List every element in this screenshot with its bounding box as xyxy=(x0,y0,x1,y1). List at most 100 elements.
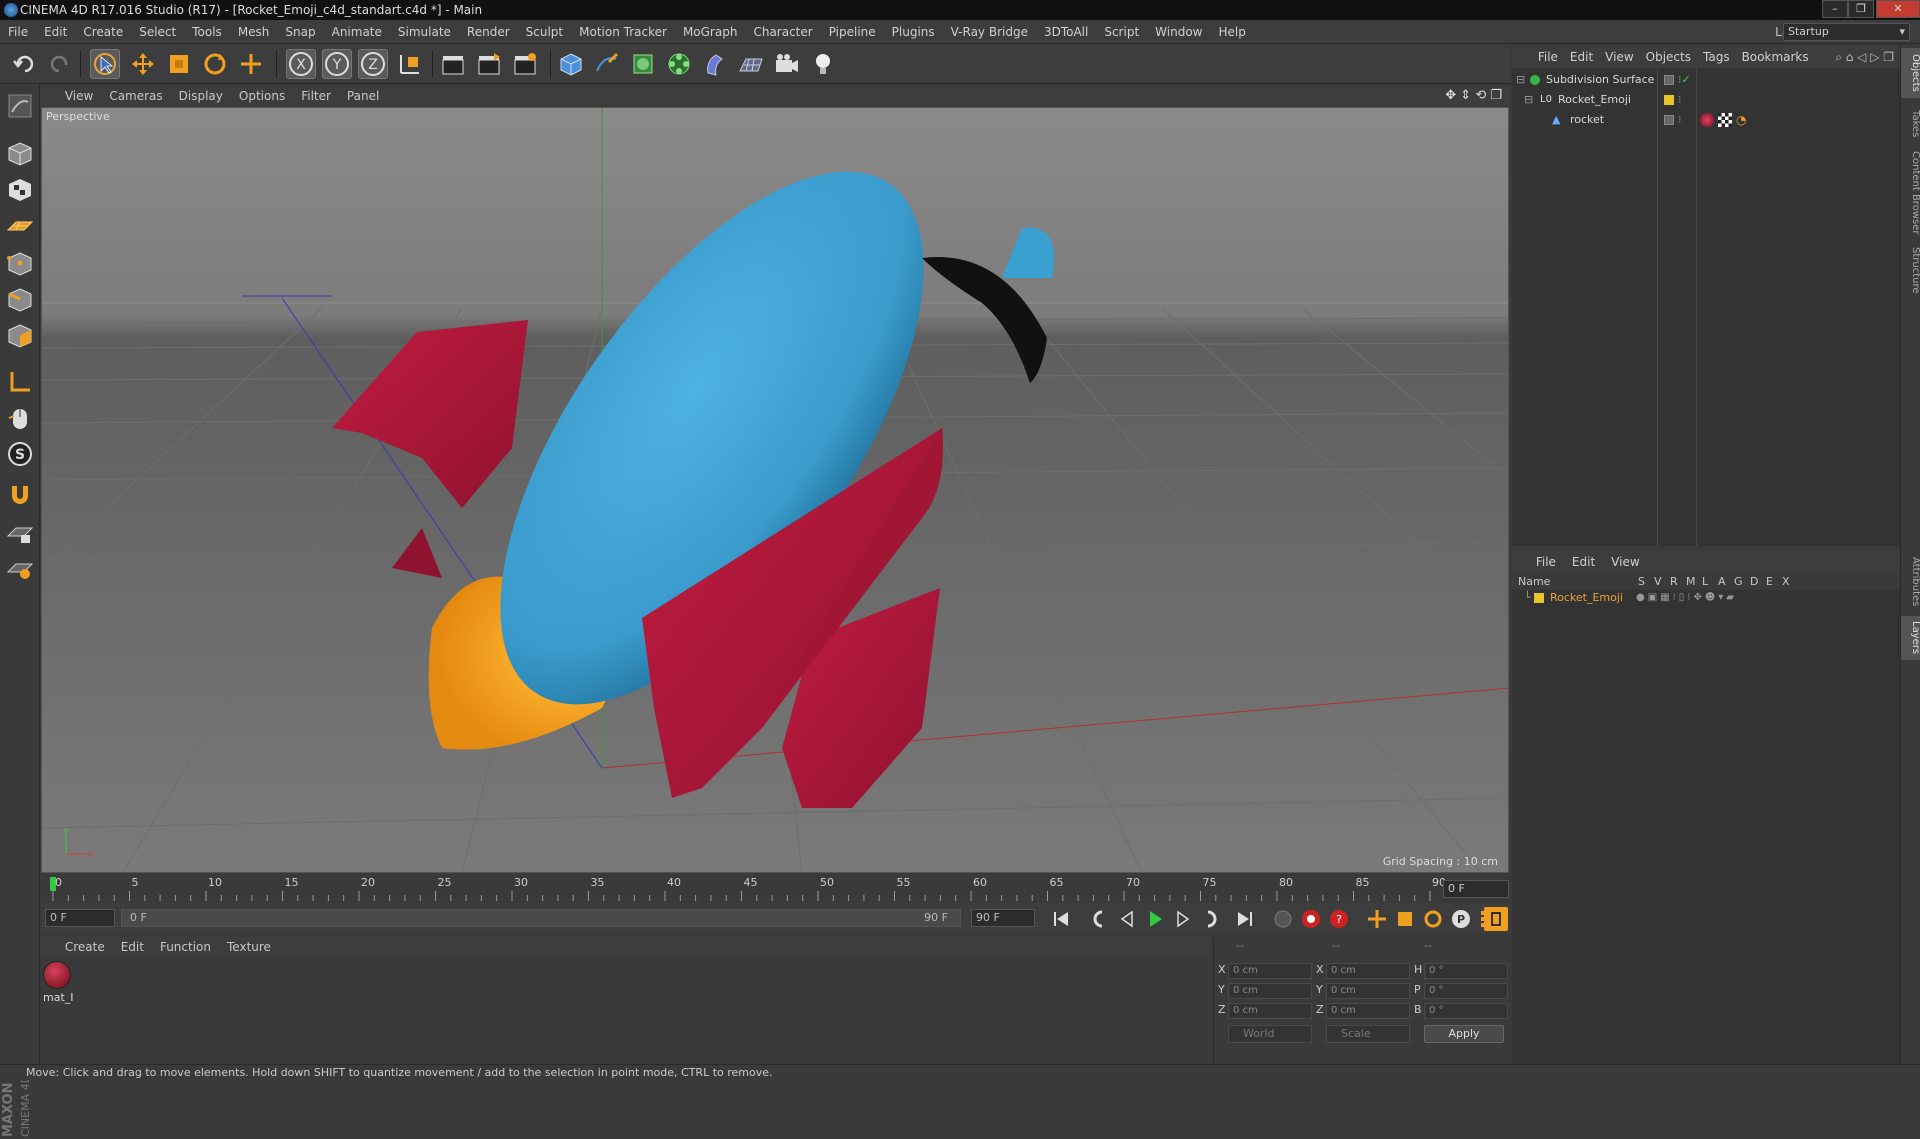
render-view-button[interactable] xyxy=(438,49,468,79)
material-menu-create[interactable]: Create xyxy=(57,937,113,957)
om-menu-edit[interactable]: Edit xyxy=(1564,46,1599,68)
size-x-field[interactable]: 0 cm xyxy=(1326,963,1410,979)
layer-swatch[interactable] xyxy=(1664,75,1674,85)
redo-button[interactable] xyxy=(44,49,74,79)
menu-animate[interactable]: Animate xyxy=(324,20,390,44)
layer-menu-file[interactable]: File xyxy=(1528,551,1564,573)
z-axis-toggle[interactable]: Z xyxy=(358,49,388,79)
material-menu-texture[interactable]: Texture xyxy=(219,937,279,957)
size-mode-select[interactable]: Scale xyxy=(1326,1025,1410,1043)
layer-color-swatch[interactable] xyxy=(1534,593,1544,603)
menu-create[interactable]: Create xyxy=(75,20,131,44)
menu-character[interactable]: Character xyxy=(745,20,820,44)
layer-menu-edit[interactable]: Edit xyxy=(1564,551,1603,573)
pos-y-field[interactable]: 0 cm xyxy=(1228,983,1312,999)
live-selection-button[interactable] xyxy=(236,49,266,79)
solo-button[interactable]: S xyxy=(4,438,36,470)
coordinate-mode-select[interactable]: World xyxy=(1228,1025,1312,1043)
current-frame-field[interactable]: 0 F xyxy=(1443,880,1509,898)
next-frame-button[interactable] xyxy=(1171,907,1195,931)
scale-tool-button[interactable] xyxy=(164,49,194,79)
record-button[interactable] xyxy=(1299,907,1323,931)
rotate-tool-button[interactable] xyxy=(200,49,230,79)
tab-takes[interactable]: Takes xyxy=(1901,104,1920,144)
floor-button[interactable] xyxy=(736,49,766,79)
phong-tag-icon[interactable]: ◔ xyxy=(1736,110,1746,130)
layer-row[interactable]: └ Rocket_Emoji ●▣▦⁝▯⁝✥☻▾▰ xyxy=(1512,590,1900,606)
axis-mode-button[interactable] xyxy=(4,366,36,398)
3d-viewport[interactable]: y x Perspective Grid Spacing : 10 cm xyxy=(41,107,1509,873)
rot-b-field[interactable]: 0 ° xyxy=(1424,1003,1508,1019)
collapse-icon[interactable]: ⊟ xyxy=(1524,90,1533,110)
spline-pen-button[interactable] xyxy=(592,49,622,79)
pos-z-field[interactable]: 0 cm xyxy=(1228,1003,1312,1019)
coordinate-system-button[interactable] xyxy=(394,49,424,79)
enabled-check-icon[interactable]: ⁝✓ xyxy=(1678,70,1691,90)
menu-plugins[interactable]: Plugins xyxy=(884,20,943,44)
material-name[interactable]: mat_I xyxy=(43,991,74,1004)
visibility-dots-icon[interactable]: ⁝ xyxy=(1678,110,1682,130)
texture-mode-button[interactable] xyxy=(4,174,36,206)
viewport-menu-view[interactable]: View xyxy=(57,86,101,106)
viewport-menu-display[interactable]: Display xyxy=(171,86,231,106)
keyframe-off-button[interactable] xyxy=(1271,907,1295,931)
pos-x-field[interactable]: 0 cm xyxy=(1228,963,1312,979)
material-menu-edit[interactable]: Edit xyxy=(113,937,152,957)
key-parameter-button[interactable]: P xyxy=(1449,907,1473,931)
menu-motion-tracker[interactable]: Motion Tracker xyxy=(571,20,675,44)
start-frame-field[interactable]: 0 F xyxy=(45,909,115,927)
viewport-menu-filter[interactable]: Filter xyxy=(293,86,339,106)
viewport-nav-icons[interactable]: ✥ ⇕ ⟲ ❐ xyxy=(1445,88,1502,103)
menu-vray-bridge[interactable]: V-Ray Bridge xyxy=(943,20,1036,44)
menu-simulate[interactable]: Simulate xyxy=(390,20,459,44)
points-mode-button[interactable] xyxy=(4,248,36,280)
om-menu-objects[interactable]: Objects xyxy=(1640,46,1697,68)
material-tag-icon[interactable] xyxy=(1700,113,1714,127)
render-to-picture-viewer-button[interactable] xyxy=(474,49,504,79)
go-to-start-button[interactable] xyxy=(1049,907,1073,931)
tweak-mode-button[interactable] xyxy=(4,402,36,434)
object-name[interactable]: Rocket_Emoji xyxy=(1558,90,1631,110)
menu-sculpt[interactable]: Sculpt xyxy=(518,20,571,44)
size-z-field[interactable]: 0 cm xyxy=(1326,1003,1410,1019)
layer-menu-view[interactable]: View xyxy=(1603,551,1647,573)
menu-file[interactable]: File xyxy=(0,20,36,44)
select-tool-button[interactable] xyxy=(90,49,120,79)
layer-color-swatch[interactable] xyxy=(1664,95,1674,105)
tab-layers[interactable]: Layers xyxy=(1901,616,1920,660)
menu-mesh[interactable]: Mesh xyxy=(230,20,278,44)
material-swatch[interactable] xyxy=(43,961,71,989)
om-menu-bookmarks[interactable]: Bookmarks xyxy=(1736,46,1815,68)
object-row-subdivision-surface[interactable]: ⊟ Subdivision Surface ⁝✓ xyxy=(1512,70,1900,90)
timeline-ruler[interactable]: 0 5 10 15 20 25 30 35 40 45 50 55 60 65 70 75 80 85 90 xyxy=(41,875,1509,903)
go-to-end-button[interactable] xyxy=(1233,907,1257,931)
viewport-menu-cameras[interactable]: Cameras xyxy=(101,86,170,106)
model-mode-button[interactable] xyxy=(4,138,36,170)
menu-select[interactable]: Select xyxy=(131,20,184,44)
layer-swatch[interactable] xyxy=(1664,115,1674,125)
om-menu-tags[interactable]: Tags xyxy=(1697,46,1736,68)
menu-pipeline[interactable]: Pipeline xyxy=(821,20,884,44)
tab-structure[interactable]: Structure xyxy=(1901,242,1920,298)
viewport-menu-panel[interactable]: Panel xyxy=(339,86,387,106)
lock-workplane-button[interactable] xyxy=(4,516,36,548)
maximize-button[interactable]: ❐ xyxy=(1848,0,1874,18)
minimize-button[interactable]: – xyxy=(1822,0,1848,18)
y-axis-toggle[interactable]: Y xyxy=(322,49,352,79)
close-button[interactable]: ✕ xyxy=(1876,0,1920,18)
workplane-mode-button[interactable] xyxy=(4,210,36,242)
previous-key-button[interactable] xyxy=(1087,907,1111,931)
polygons-mode-button[interactable] xyxy=(4,320,36,352)
play-button[interactable] xyxy=(1143,907,1167,931)
cloner-button[interactable] xyxy=(664,49,694,79)
tab-attributes[interactable]: Attributes xyxy=(1901,552,1920,612)
object-name[interactable]: rocket xyxy=(1570,110,1604,130)
tab-objects[interactable]: Objects xyxy=(1901,48,1920,98)
menu-snap[interactable]: Snap xyxy=(277,20,323,44)
planar-workplane-button[interactable] xyxy=(4,552,36,584)
menu-edit[interactable]: Edit xyxy=(36,20,75,44)
end-frame-field[interactable]: 90 F xyxy=(971,909,1035,927)
deformer-button[interactable] xyxy=(700,49,730,79)
cube-object-button[interactable] xyxy=(556,49,586,79)
rot-h-field[interactable]: 0 ° xyxy=(1424,963,1508,979)
